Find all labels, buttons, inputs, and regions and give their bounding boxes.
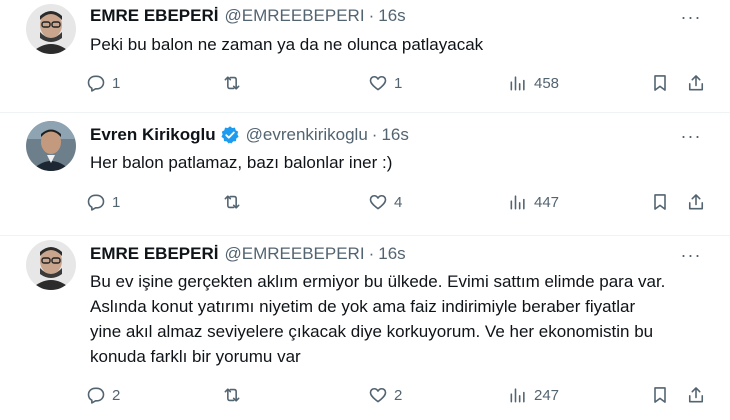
heart-icon	[369, 75, 387, 91]
author-handle[interactable]: @EMREEBEPERI	[224, 244, 364, 264]
views-icon	[510, 195, 525, 210]
more-options-icon[interactable]: ···	[680, 125, 702, 147]
tweet-actions: 1 1 458	[0, 70, 730, 96]
tweet-actions: 1 4 447	[0, 189, 730, 215]
bookmark-icon	[654, 75, 666, 91]
tweet-header: EMRE EBEPERİ @EMREEBEPERI · 16s	[90, 4, 406, 28]
retweet-icon	[224, 388, 240, 402]
like-button[interactable]: 1	[368, 70, 402, 96]
view-count: 447	[534, 193, 560, 211]
share-icon	[688, 75, 704, 91]
view-count: 458	[534, 74, 560, 92]
views-icon	[510, 76, 525, 91]
bookmark-button[interactable]	[650, 189, 670, 215]
like-count: 4	[394, 193, 403, 211]
timestamp[interactable]: 16s	[378, 6, 405, 26]
like-button[interactable]: 2	[368, 382, 402, 408]
avatar[interactable]	[26, 121, 76, 171]
tweet-3[interactable]: EMRE EBEPERİ @EMREEBEPERI · 16s ··· Bu e…	[0, 236, 730, 420]
like-count: 2	[394, 386, 403, 404]
reply-icon	[87, 75, 105, 92]
tweet-text: Peki bu balon ne zaman ya da ne olunca p…	[90, 32, 710, 57]
heart-icon	[369, 194, 387, 210]
bookmark-icon	[654, 387, 666, 403]
views-button[interactable]: 458	[508, 70, 559, 96]
separator-dot: ·	[368, 244, 375, 263]
reply-icon	[87, 194, 105, 211]
views-icon	[510, 388, 525, 403]
tweet-header: Evren Kirikoglu @evrenkirikoglu · 16s	[90, 123, 409, 147]
like-count: 1	[394, 74, 403, 92]
tweet-text-line: Peki bu balon ne zaman ya da ne olunca p…	[90, 35, 484, 54]
timestamp[interactable]: 16s	[378, 244, 405, 264]
share-button[interactable]	[686, 382, 706, 408]
retweet-button[interactable]	[222, 70, 242, 96]
tweet-text: Bu ev işine gerçekten aklım ermiyor bu ü…	[90, 269, 710, 369]
share-button[interactable]	[686, 70, 706, 96]
bookmark-button[interactable]	[650, 70, 670, 96]
tweet-2[interactable]: Evren Kirikoglu @evrenkirikoglu · 16s ··…	[0, 113, 730, 235]
author-name[interactable]: EMRE EBEPERİ	[90, 244, 218, 264]
more-options-icon[interactable]: ···	[680, 6, 702, 28]
tweet-1[interactable]: EMRE EBEPERİ @EMREEBEPERI · 16s ··· Peki…	[0, 0, 730, 112]
separator-dot: ·	[368, 6, 375, 25]
author-name[interactable]: EMRE EBEPERİ	[90, 6, 218, 26]
bookmark-icon	[654, 194, 666, 210]
tweet-text: Her balon patlamaz, bazı balonlar iner :…	[90, 150, 710, 175]
retweet-icon	[224, 76, 240, 90]
tweet-header: EMRE EBEPERİ @EMREEBEPERI · 16s	[90, 242, 406, 266]
author-handle[interactable]: @evrenkirikoglu	[246, 125, 368, 145]
views-button[interactable]: 447	[508, 189, 559, 215]
verified-badge-icon	[220, 125, 240, 145]
retweet-button[interactable]	[222, 189, 242, 215]
reply-count: 1	[112, 74, 121, 92]
tweet-text-line: Aslında konut yatırımı niyetim de yok am…	[90, 297, 636, 316]
tweet-text-line: yine akıl almaz seviyelere çıkacak diye …	[90, 322, 654, 341]
author-name[interactable]: Evren Kirikoglu	[90, 125, 216, 145]
heart-icon	[369, 387, 387, 403]
separator-dot: ·	[371, 125, 378, 144]
share-button[interactable]	[686, 189, 706, 215]
tweet-text-line: Her balon patlamaz, bazı balonlar iner :…	[90, 153, 393, 172]
timestamp[interactable]: 16s	[381, 125, 408, 145]
author-handle[interactable]: @EMREEBEPERI	[224, 6, 364, 26]
share-icon	[688, 387, 704, 403]
tweet-text-line: konuda farklı bir yorumu var	[90, 347, 301, 366]
bookmark-button[interactable]	[650, 382, 670, 408]
reply-icon	[87, 387, 105, 404]
avatar[interactable]	[26, 4, 76, 54]
share-icon	[688, 194, 704, 210]
tweet-text-line: Bu ev işine gerçekten aklım ermiyor bu ü…	[90, 272, 666, 291]
reply-count: 1	[112, 193, 121, 211]
reply-button[interactable]: 2	[86, 382, 120, 408]
like-button[interactable]: 4	[368, 189, 402, 215]
reply-count: 2	[112, 386, 121, 404]
retweet-button[interactable]	[222, 382, 242, 408]
reply-button[interactable]: 1	[86, 70, 120, 96]
reply-button[interactable]: 1	[86, 189, 120, 215]
more-options-icon[interactable]: ···	[680, 244, 702, 266]
views-button[interactable]: 247	[508, 382, 559, 408]
retweet-icon	[224, 195, 240, 209]
tweet-actions: 2 2 247	[0, 382, 730, 408]
avatar[interactable]	[26, 240, 76, 290]
view-count: 247	[534, 386, 560, 404]
